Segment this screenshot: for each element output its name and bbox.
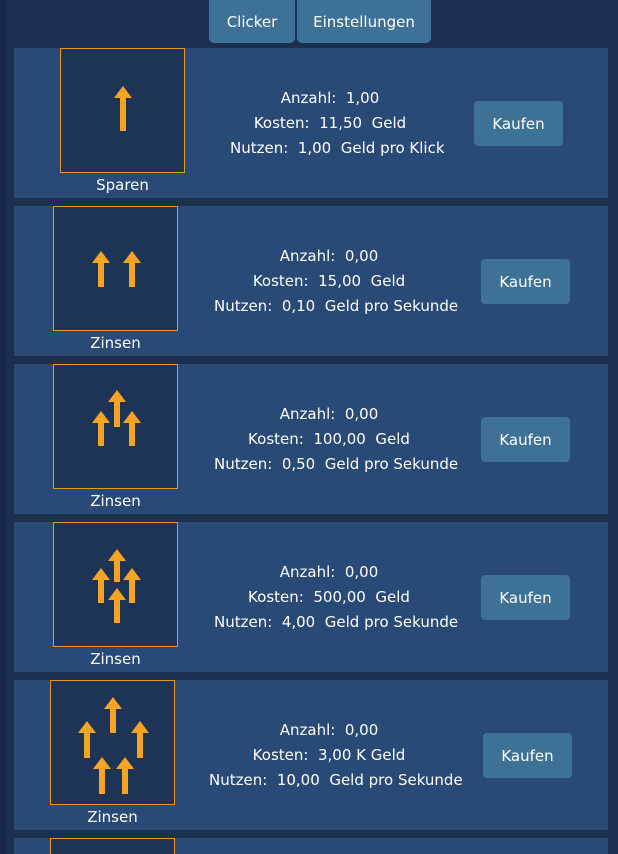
kosten-value: 500,00 <box>313 588 366 606</box>
buy-button[interactable]: Kaufen <box>481 259 570 304</box>
left-edge-strip <box>0 0 6 854</box>
kosten-value: 100,00 <box>313 430 366 448</box>
kosten-row: Kosten: 15,00 Geld <box>252 272 406 290</box>
five-arrows-icon <box>50 680 175 805</box>
four-arrows-icon <box>53 522 178 647</box>
upgrade-info: Anzahl: 0,00 Kosten: 500,00 Geld Nutzen:… <box>214 560 459 635</box>
nutzen-value: 1,00 <box>297 139 332 157</box>
upgrade-card-zinsen-4: Zinsen Anzahl: 0,00 Kosten: 3,00 K Geld … <box>14 680 608 830</box>
two-arrows-icon <box>53 206 178 331</box>
nutzen-row: Nutzen: 10,00 Geld pro Sekunde <box>209 771 463 789</box>
anzahl-value: 0,00 <box>344 247 379 265</box>
buy-button[interactable]: Kaufen <box>474 101 563 146</box>
nutzen-row: Nutzen: 1,00 Geld pro Klick <box>230 139 445 157</box>
kosten-value: 3,00 K <box>317 746 366 764</box>
upgrade-card-zinsen-3: Zinsen Anzahl: 0,00 Kosten: 500,00 Geld … <box>14 522 608 672</box>
upgrade-info: Anzahl: 0,00 Kosten: 15,00 Geld Nutzen: … <box>214 244 459 319</box>
upgrade-icon-partial <box>50 838 175 854</box>
three-arrows-icon <box>53 364 178 489</box>
upgrade-card-zinsen-1: Zinsen Anzahl: 0,00 Kosten: 15,00 Geld N… <box>14 206 608 356</box>
top-tab-bar: Clicker Einstellungen <box>209 0 431 43</box>
nutzen-value: 0,50 <box>281 455 316 473</box>
upgrade-name: Zinsen <box>87 808 138 826</box>
upgrade-card-partial <box>14 838 608 854</box>
anzahl-row: Anzahl: 0,00 <box>279 721 379 739</box>
upgrade-card-zinsen-2: Zinsen Anzahl: 0,00 Kosten: 100,00 Geld … <box>14 364 608 514</box>
kosten-row: Kosten: 11,50 Geld <box>253 114 407 132</box>
nutzen-value: 0,10 <box>281 297 316 315</box>
single-arrow-icon <box>60 48 185 173</box>
anzahl-row: Anzahl: 0,00 <box>279 405 379 423</box>
kosten-row: Kosten: 3,00 K Geld <box>252 746 406 764</box>
nutzen-value: 10,00 <box>276 771 320 789</box>
anzahl-row: Anzahl: 1,00 <box>280 89 380 107</box>
upgrade-info: Anzahl: 1,00 Kosten: 11,50 Geld Nutzen: … <box>230 86 445 161</box>
anzahl-row: Anzahl: 0,00 <box>279 247 379 265</box>
nutzen-row: Nutzen: 4,00 Geld pro Sekunde <box>214 613 459 631</box>
buy-button[interactable]: Kaufen <box>481 575 570 620</box>
nutzen-value: 4,00 <box>281 613 316 631</box>
clicker-app: Clicker Einstellungen Sparen Anzahl: 1,0… <box>0 0 618 854</box>
nutzen-row: Nutzen: 0,10 Geld pro Sekunde <box>214 297 459 315</box>
nutzen-row: Nutzen: 0,50 Geld pro Sekunde <box>214 455 459 473</box>
upgrade-info: Anzahl: 0,00 Kosten: 100,00 Geld Nutzen:… <box>214 402 459 477</box>
anzahl-row: Anzahl: 0,00 <box>279 563 379 581</box>
tab-settings[interactable]: Einstellungen <box>297 0 431 43</box>
upgrade-name: Sparen <box>96 176 149 194</box>
anzahl-value: 0,00 <box>344 405 379 423</box>
tab-clicker[interactable]: Clicker <box>209 0 295 43</box>
kosten-value: 11,50 <box>319 114 363 132</box>
kosten-row: Kosten: 500,00 Geld <box>248 588 410 606</box>
upgrade-info: Anzahl: 0,00 Kosten: 3,00 K Geld Nutzen:… <box>209 718 463 793</box>
kosten-value: 15,00 <box>318 272 362 290</box>
anzahl-value: 1,00 <box>345 89 380 107</box>
buy-button[interactable]: Kaufen <box>481 417 570 462</box>
buy-button[interactable]: Kaufen <box>483 733 572 778</box>
anzahl-value: 0,00 <box>344 721 379 739</box>
kosten-row: Kosten: 100,00 Geld <box>248 430 410 448</box>
upgrade-name: Zinsen <box>90 650 141 668</box>
upgrade-card-sparen: Sparen Anzahl: 1,00 Kosten: 11,50 Geld N… <box>14 48 608 198</box>
upgrade-name: Zinsen <box>90 334 141 352</box>
anzahl-value: 0,00 <box>344 563 379 581</box>
upgrade-name: Zinsen <box>90 492 141 510</box>
